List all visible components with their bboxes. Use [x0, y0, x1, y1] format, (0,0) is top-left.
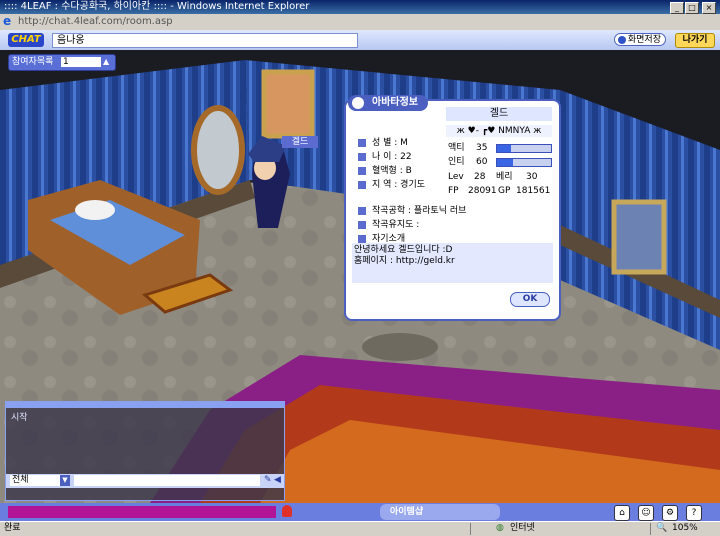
zoom-icon: 🔍: [656, 523, 668, 533]
camera-icon: [618, 36, 626, 44]
beri-value: 30: [526, 172, 538, 182]
fp-value: 28091: [468, 186, 497, 196]
minimize-button[interactable]: _: [670, 2, 684, 14]
gp-value: 181561: [516, 186, 551, 196]
address-bar[interactable]: e http://chat.4leaf.com/room.asp: [0, 14, 720, 31]
speaker-icon[interactable]: ◀: [274, 475, 281, 485]
status-bar: 완료 ◍ 인터넷 🔍 105%: [0, 521, 720, 536]
settings-icon[interactable]: ⚙: [662, 505, 678, 521]
beri-label: 베리: [496, 172, 513, 182]
menu-icon[interactable]: ⌂: [614, 505, 630, 521]
item-shop-button[interactable]: 아이템샵: [380, 504, 500, 520]
chevron-down-icon[interactable]: ▼: [60, 475, 70, 486]
ok-button[interactable]: OK: [510, 292, 550, 307]
globe-icon: ◍: [496, 523, 504, 533]
exit-button[interactable]: 나가기: [675, 33, 715, 48]
address-url[interactable]: http://chat.4leaf.com/room.asp: [18, 15, 173, 29]
participants-count: 1: [61, 57, 101, 67]
chat-input-row: 전체 ▼ ✎ ◀: [6, 474, 284, 488]
avatar-info-popup: 아바타정보 겔드 ж ♥- ┏♥ NMNYA ж 성 별 : M 나 이 : 2…: [344, 95, 561, 321]
profile-name: 겔드: [446, 107, 552, 121]
chat-panel-handle[interactable]: [6, 402, 284, 408]
window-title: :::: 4LEAF : 수다공화국, 하이아칸 :::: - Windows …: [4, 1, 310, 12]
participants-label: 참여자목록: [12, 57, 54, 67]
close-button[interactable]: ×: [702, 2, 716, 14]
avatar-icon: [352, 97, 364, 109]
lev-label: Lev: [448, 172, 464, 182]
zoom-level[interactable]: 105%: [672, 522, 698, 535]
participants-list[interactable]: 참여자목록 1 ▲: [8, 54, 116, 71]
chat-panel: 시작 전체 ▼ ✎ ◀: [5, 401, 285, 501]
act-value: 35: [476, 143, 488, 153]
popup-header: 아바타정보: [348, 95, 428, 111]
pencil-icon[interactable]: ✎: [264, 475, 272, 485]
act-label: 액티: [448, 143, 465, 153]
progress-strip: [8, 506, 276, 518]
chevron-up-icon[interactable]: ▲: [103, 57, 113, 67]
game-bottom-bar: 아이템샵 ⌂ ☺ ⚙ ?: [0, 503, 720, 521]
chat-target-value: 전체: [12, 475, 29, 485]
gift-icon[interactable]: [282, 505, 292, 517]
act-bar: [496, 144, 552, 153]
int-label: 인티: [448, 157, 465, 167]
screen-save-label: 화면저장: [627, 35, 661, 45]
chat-log: 시작: [11, 413, 28, 423]
ie-icon: e: [3, 14, 12, 28]
avatar-name-tag[interactable]: 겔드: [282, 136, 318, 148]
intro-text: 안녕하세요 겔드입니다 :D 홈페이지 : http://geld.kr: [352, 243, 553, 283]
screen-save-button[interactable]: 화면저장: [614, 33, 666, 46]
emote-icon[interactable]: ☺: [638, 505, 654, 521]
maximize-button[interactable]: □: [685, 2, 699, 14]
help-icon[interactable]: ?: [686, 505, 702, 521]
zone-text: 인터넷: [510, 523, 535, 533]
chat-input[interactable]: [74, 475, 260, 486]
room-name-field: 음나옹: [52, 33, 358, 48]
int-bar: [496, 158, 552, 167]
window-titlebar: :::: 4LEAF : 수다공화국, 하이아칸 :::: - Windows …: [0, 0, 720, 14]
profile-nickname: ж ♥- ┏♥ NMNYA ж: [446, 125, 552, 137]
popup-title: 아바타정보: [372, 97, 418, 108]
int-value: 60: [476, 157, 488, 167]
fp-label: FP: [448, 186, 459, 196]
chat-topbar: CHAT 음나옹 화면저장 나가기: [0, 30, 720, 51]
chat-logo: CHAT: [8, 33, 44, 47]
chat-target-select[interactable]: 전체 ▼: [10, 475, 70, 486]
status-text: 완료: [4, 523, 21, 533]
gp-label: GP: [498, 186, 511, 196]
chat-room-scene[interactable]: 참여자목록 1 ▲ 겔드 아바타정보 겔드 ж ♥- ┏♥ NMNYA ж 성 …: [0, 50, 720, 503]
lev-value: 28: [474, 172, 486, 182]
